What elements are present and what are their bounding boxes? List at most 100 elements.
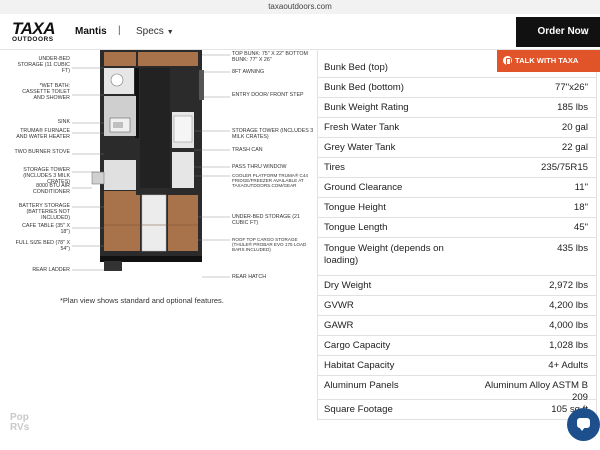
label-bunk-dimensions: TOP BUNK: 75" X 22" BOTTOM BUNK: 77" X 2… [232, 51, 308, 63]
talk-with-taxa-button[interactable]: TALK WITH TAXA [497, 50, 600, 72]
label-air-conditioner: 8000 BTU AIR CONDITIONER [32, 183, 70, 195]
spec-label: Fresh Water Tank [324, 122, 400, 133]
spec-label: GVWR [324, 300, 354, 311]
table-row: Square Footage 105 sq ft [317, 400, 597, 420]
label-awning: 8FT AWNING [232, 69, 265, 75]
site-header: TAXA OUTDOORS Mantis | Specs ▼ Order Now … [0, 14, 600, 50]
spec-label: Bunk Weight Rating [324, 102, 409, 113]
label-rear-ladder: REAR LADDER [32, 267, 70, 273]
label-trash-can: TRASH CAN [232, 147, 263, 153]
spec-label: Grey Water Tank [324, 142, 396, 153]
table-row: Tongue Length 45" [317, 218, 597, 238]
cooler-platform [172, 152, 194, 188]
url-bar[interactable]: taxaoutdoors.com [0, 0, 600, 14]
spec-label: Habitat Capacity [324, 360, 395, 371]
table-row: GAWR 4,000 lbs [317, 316, 597, 336]
table-row: Fresh Water Tank 20 gal [317, 118, 597, 138]
watermark-logo: Pop RVs [10, 412, 30, 433]
chat-button[interactable] [567, 408, 600, 441]
spec-value: 22 gal [561, 142, 588, 153]
table-row: Tongue Height 18" [317, 198, 597, 218]
label-rear-hatch: REAR HATCH [232, 274, 267, 280]
toilet [110, 73, 124, 87]
spec-label: Bunk Bed (top) [324, 62, 388, 73]
stove [113, 122, 123, 128]
storage-tower-left [104, 160, 136, 190]
spec-value: 235/75R15 [541, 162, 588, 173]
entry-door [199, 70, 204, 100]
label-under-bed-storage-large: UNDER-BED STORAGE (21 CUBIC FT) [232, 214, 300, 226]
logo-subtitle: OUTDOORS [12, 36, 54, 43]
spec-label: Tires [324, 162, 345, 173]
cafe-table [141, 194, 167, 252]
bunk-top-right [138, 52, 198, 66]
label-under-bed-storage-small: UNDER-BED STORAGE (11 CUBIC FT) [17, 56, 71, 74]
nav-separator: | [118, 25, 121, 36]
table-row: Grey Water Tank 22 gal [317, 138, 597, 158]
plan-footnote: *Plan view shows standard and optional f… [60, 296, 224, 305]
arrow-right-icon: → [579, 26, 590, 38]
taxa-logo[interactable]: TAXA OUTDOORS [12, 19, 60, 47]
spec-label: Tongue Length [324, 222, 388, 233]
phone-icon [503, 56, 512, 65]
table-row: Bunk Weight Rating 185 lbs [317, 98, 597, 118]
air-conditioner [91, 171, 105, 185]
table-row: Cargo Capacity 1,028 lbs [317, 336, 597, 356]
label-full-bed: FULL SIZE BED (78" X 54") [15, 240, 70, 252]
spec-label: Ground Clearance [324, 182, 403, 193]
spec-value: 4,200 lbs [549, 300, 588, 311]
logo-mark: TAXA [12, 19, 56, 38]
spec-label: Square Footage [324, 404, 393, 415]
label-entry-door: ENTRY DOOR/ FRONT STEP [232, 92, 304, 98]
spec-value: 1,028 lbs [549, 340, 588, 351]
chat-bubble-tail [579, 427, 585, 431]
spec-label: Dry Weight [324, 280, 372, 291]
spec-value: 45" [573, 222, 588, 233]
full-bed-right [168, 195, 198, 251]
specs-table: Bunk Bed (top) Bunk Bed (bottom) 77"x26"… [317, 50, 600, 450]
spec-value: 435 lbs [557, 243, 588, 254]
spec-value-text: Aluminum Alloy ASTM B 209 [484, 380, 588, 403]
specs-dropdown[interactable]: Specs ▼ [136, 26, 174, 37]
spec-value: 4,000 lbs [549, 320, 588, 331]
label-cafe-table: CAFE TABLE (35" X 18") [22, 223, 70, 235]
milk-crates [173, 115, 193, 143]
spec-label: Tongue Height [324, 202, 386, 213]
floor-area [140, 68, 170, 188]
table-row: Bunk Bed (bottom) 77"x26" [317, 78, 597, 98]
label-roof-cargo: ROOF TOP CARGO STORAGE (THULE® PROBAR EV… [232, 237, 307, 253]
spec-value: 2,972 lbs [549, 280, 588, 291]
table-row: Tongue Weight (depends on loading) 435 l… [317, 238, 597, 276]
label-cooler-platform: COOLER PLATFORM TRUMA® C44 FRIDGE/FREEZE… [232, 173, 308, 189]
label-pass-thru-window: PASS THRU WINDOW [232, 164, 287, 170]
label-battery-storage: BATTERY STORAGE (BATTERIES NOT INCLUDED) [18, 203, 70, 221]
table-row: Aluminum Panels Aluminum Alloy ASTM B 20… [317, 376, 597, 403]
spec-value: 185 lbs [557, 102, 588, 113]
spec-label: GAWR [324, 320, 354, 331]
table-row: Dry Weight 2,972 lbs [317, 276, 597, 296]
label-stove: TWO BURNER STOVE [14, 149, 70, 155]
label-sink: SINK [57, 119, 70, 125]
bunk-top-left [104, 52, 136, 66]
table-row: Ground Clearance 11" [317, 178, 597, 198]
specs-label: Specs [136, 26, 164, 37]
table-row: GVWR 4,200 lbs [317, 296, 597, 316]
label-furnace: TRUMA® FURNACE AND WATER HEATER [16, 128, 70, 140]
talk-with-taxa-label: TALK WITH TAXA [515, 56, 579, 65]
spec-label: Aluminum Panels [324, 380, 399, 391]
rear-ladder [104, 261, 122, 271]
table-row: Tires 235/75R15 [317, 158, 597, 178]
label-storage-tower-right: STORAGE TOWER (INCLUDES 3 MILK CRATES) [232, 128, 314, 140]
model-name[interactable]: Mantis [75, 26, 107, 37]
spec-label: Tongue Weight (depends on loading) [324, 243, 444, 266]
spec-value: 18" [573, 202, 588, 213]
spec-value: 11" [574, 182, 588, 193]
spec-label: Cargo Capacity [324, 340, 391, 351]
spec-label: Bunk Bed (bottom) [324, 82, 404, 93]
spec-value: 77"x26" [555, 82, 588, 93]
label-wet-bath: *WET BATH: CASSETTE TOILET AND SHOWER [22, 83, 70, 101]
order-now-button[interactable]: Order Now → [516, 17, 600, 47]
floorplan-panel: UNDER-BED STORAGE (11 CUBIC FT) *WET BAT… [0, 50, 316, 450]
spec-value: 20 gal [561, 122, 588, 133]
spec-value: Aluminum Alloy ASTM B 209 [478, 370, 588, 404]
